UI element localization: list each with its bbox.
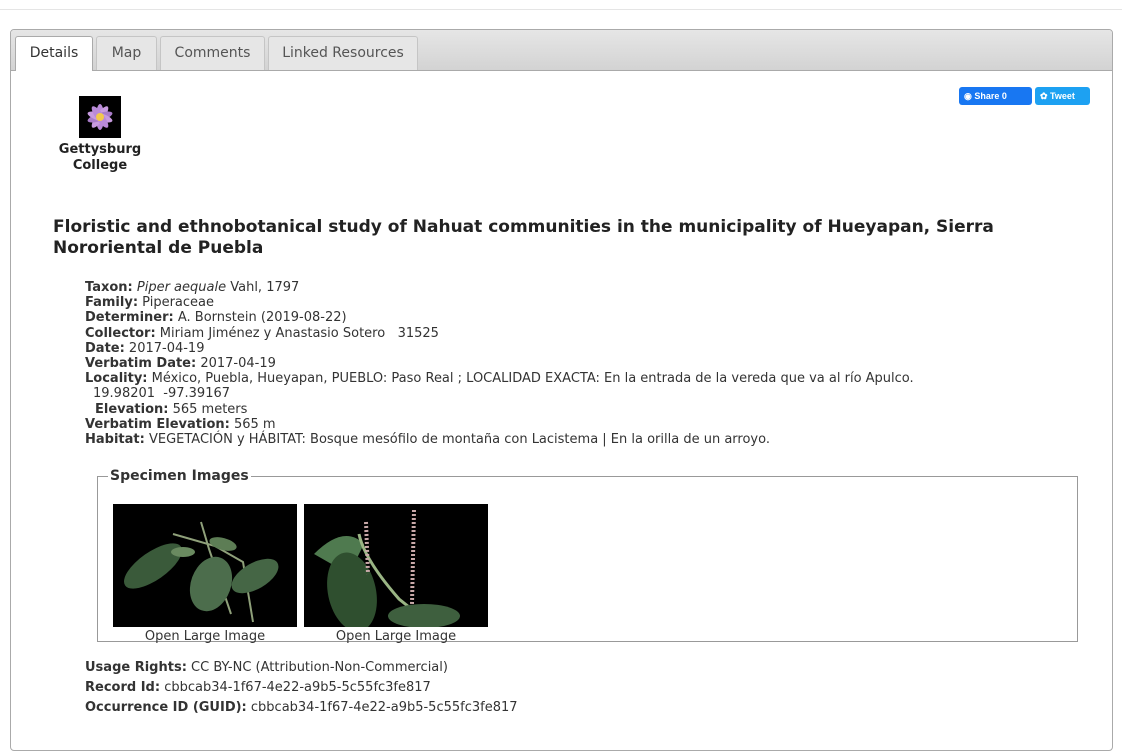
locality-row: Locality: México, Puebla, Hueyapan, PUEB… <box>85 371 1095 386</box>
specimen-image-2[interactable] <box>304 504 488 627</box>
record-panel: Details Map Comments Linked Resources Ge… <box>10 29 1113 751</box>
open-large-image-link-1[interactable]: Open Large Image <box>113 629 297 644</box>
tweet-label: Tweet <box>1050 91 1075 101</box>
verbatim-elevation-row: Verbatim Elevation: 565 m <box>85 417 1095 432</box>
record-id-value: cbbcab34-1f67-4e22-a9b5-5c55fc3fe817 <box>160 680 431 695</box>
habitat-label: Habitat: <box>85 432 145 448</box>
institution-name-line1: Gettysburg <box>58 142 142 157</box>
elevation-row: Elevation: 565 meters <box>85 402 1095 417</box>
record-id-row: Record Id: cbbcab34-1f67-4e22-a9b5-5c55f… <box>85 678 518 698</box>
specimen-images-fieldset: Specimen Images Open Large Image Open La… <box>97 468 1078 644</box>
verbatim-date-value: 2017-04-19 <box>196 356 276 372</box>
taxon-name: Piper aequale <box>136 280 227 295</box>
specimen-image-1[interactable] <box>113 504 297 627</box>
verbatim-date-row: Verbatim Date: 2017-04-19 <box>85 356 1095 371</box>
facebook-icon: ◉ <box>964 91 975 101</box>
facebook-share-label: Share 0 <box>974 91 1007 101</box>
determiner-label: Determiner: <box>85 310 174 326</box>
institution-block: Gettysburg College <box>55 96 145 174</box>
usage-rights-row: Usage Rights: CC BY-NC (Attribution-Non-… <box>85 658 518 678</box>
occurrence-id-row: Occurrence ID (GUID): cbbcab34-1f67-4e22… <box>85 698 518 718</box>
determiner-row: Determiner: A. Bornstein (2019-08-22) <box>85 310 1095 325</box>
facebook-share-button[interactable]: ◉ Share 0 <box>959 87 1032 105</box>
flower-logo-icon[interactable] <box>79 96 121 138</box>
habitat-value: VEGETACIÓN y HÁBITAT: Bosque mesófilo de… <box>144 432 770 448</box>
tab-map[interactable]: Map <box>96 36 157 70</box>
date-value: 2017-04-19 <box>124 340 205 356</box>
occurrence-id-label: Occurrence ID (GUID): <box>85 700 247 715</box>
occurrence-id-value: cbbcab34-1f67-4e22-a9b5-5c55fc3fe817 <box>246 700 518 715</box>
open-large-image-link-2[interactable]: Open Large Image <box>304 629 488 644</box>
tab-comments[interactable]: Comments <box>160 36 265 70</box>
twitter-bird-icon: ✿ <box>1040 91 1051 101</box>
specimen-images-legend: Specimen Images <box>110 468 249 484</box>
institution-name: Gettysburg College <box>55 142 145 174</box>
taxon-author: Vahl, 1797 <box>226 280 300 295</box>
verbatim-elevation-label: Verbatim Elevation: <box>85 416 230 432</box>
tweet-button[interactable]: ✿ Tweet <box>1035 87 1090 105</box>
elevation-label: Elevation: <box>95 401 169 417</box>
record-id-label: Record Id: <box>85 680 161 695</box>
occurrence-fields: Taxon: Piper aequale Vahl, 1797 Family: … <box>85 280 1095 447</box>
habitat-row: Habitat: VEGETACIÓN y HÁBITAT: Bosque me… <box>85 432 1095 447</box>
usage-rights-label: Usage Rights: <box>85 660 187 675</box>
usage-rights-value[interactable]: CC BY-NC (Attribution-Non-Commercial) <box>187 660 448 675</box>
taxon-row: Taxon: Piper aequale Vahl, 1797 <box>85 280 1095 295</box>
taxon-label: Taxon: <box>85 280 133 295</box>
family-label: Family: <box>85 295 139 311</box>
tab-linked-resources[interactable]: Linked Resources <box>268 36 418 70</box>
date-label: Date: <box>85 340 125 356</box>
collector-value: Miriam Jiménez y Anastasio Sotero 31525 <box>155 325 439 341</box>
date-row: Date: 2017-04-19 <box>85 341 1095 356</box>
verbatim-elevation-value: 565 m <box>229 416 276 432</box>
family-row: Family: Piperaceae <box>85 295 1095 310</box>
locality-label: Locality: <box>85 371 148 387</box>
elevation-value: 565 meters <box>168 401 248 417</box>
family-value: Piperaceae <box>138 295 214 311</box>
tab-bar: Details Map Comments Linked Resources <box>11 30 1112 71</box>
top-divider <box>0 9 1122 10</box>
locality-value: México, Puebla, Hueyapan, PUEBLO: Paso R… <box>147 371 914 387</box>
record-identifiers: Usage Rights: CC BY-NC (Attribution-Non-… <box>85 658 518 718</box>
collector-label: Collector: <box>85 325 156 341</box>
tab-details[interactable]: Details <box>15 36 93 71</box>
institution-name-line2: College <box>72 158 128 173</box>
collection-title: Floristic and ethnobotanical study of Na… <box>53 217 994 258</box>
coordinates: 19.98201 -97.39167 <box>93 386 231 402</box>
collector-row: Collector: Miriam Jiménez y Anastasio So… <box>85 326 1095 341</box>
determiner-value: A. Bornstein (2019-08-22) <box>173 310 347 326</box>
verbatim-date-label: Verbatim Date: <box>85 356 197 372</box>
